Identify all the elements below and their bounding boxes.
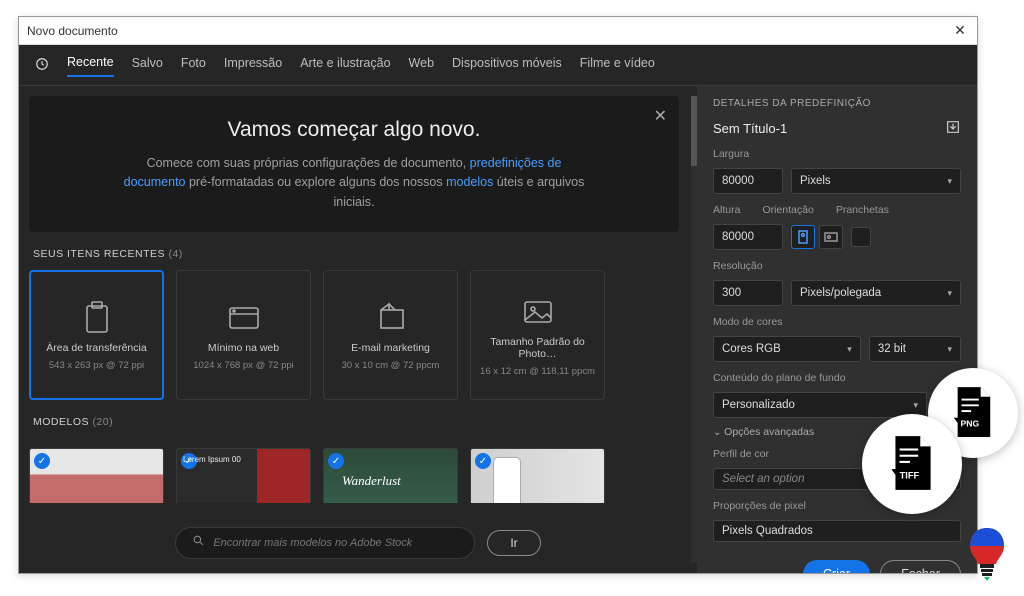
hero-panel: ✕ Vamos começar algo novo. Comece com su… xyxy=(29,96,679,232)
hero-text: Comece com suas próprias configurações d… xyxy=(114,154,594,212)
preset-photo-size[interactable]: Tamanho Padrão do Photo… 16 x 12 cm @ 11… xyxy=(470,270,605,400)
templates-label: MODELOS (20) xyxy=(33,416,683,428)
folded-doc-icon xyxy=(371,300,411,336)
templates-link[interactable]: modelos xyxy=(446,175,493,189)
search-row: Ir xyxy=(29,511,687,573)
chevron-down-icon: ▾ xyxy=(947,344,952,355)
chevron-down-icon: ▾ xyxy=(847,344,852,355)
tiff-badge: TIFF xyxy=(862,414,962,514)
orientation-portrait[interactable] xyxy=(791,225,815,249)
preset-email[interactable]: E-mail marketing 30 x 10 cm @ 72 ppcm xyxy=(323,270,458,400)
chevron-down-icon: ▾ xyxy=(947,288,952,299)
go-button[interactable]: Ir xyxy=(487,530,540,556)
check-icon xyxy=(328,453,344,469)
tab-arte[interactable]: Arte e ilustração xyxy=(300,56,390,76)
chevron-down-icon: ▾ xyxy=(913,400,918,411)
window-title: Novo documento xyxy=(27,24,951,38)
titlebar: Novo documento ✕ xyxy=(19,17,977,45)
tab-salvo[interactable]: Salvo xyxy=(132,56,163,76)
recent-presets: Área de transferência 543 x 263 px @ 72 … xyxy=(29,270,679,400)
tab-impressao[interactable]: Impressão xyxy=(224,56,282,76)
check-icon xyxy=(181,453,197,469)
templates-row xyxy=(29,448,679,503)
resolution-field[interactable]: 300 xyxy=(713,280,783,306)
template-item[interactable] xyxy=(323,448,458,503)
save-preset-icon[interactable] xyxy=(945,119,961,138)
bit-depth-select[interactable]: 32 bit▾ xyxy=(869,336,961,362)
check-icon xyxy=(475,453,491,469)
dialog-body: Recente Salvo Foto Impressão Arte e ilus… xyxy=(19,45,977,573)
left-pane: ✕ Vamos começar algo novo. Comece com su… xyxy=(19,86,697,573)
background-select[interactable]: Personalizado▾ xyxy=(713,392,927,418)
color-mode-select[interactable]: Cores RGB▾ xyxy=(713,336,861,362)
scrollbar-thumb[interactable] xyxy=(691,96,697,166)
width-label: Largura xyxy=(713,148,961,160)
check-icon xyxy=(34,453,50,469)
orientation-label: Orientação xyxy=(762,204,813,216)
tab-dispositivos[interactable]: Dispositivos móveis xyxy=(452,56,562,76)
new-document-window: Novo documento ✕ Recente Salvo Foto Impr… xyxy=(18,16,978,574)
resolution-units-select[interactable]: Pixels/polegada▾ xyxy=(791,280,961,306)
units-select[interactable]: Pixels▾ xyxy=(791,168,961,194)
color-mode-label: Modo de cores xyxy=(713,316,961,328)
template-item[interactable] xyxy=(29,448,164,503)
category-tabs: Recente Salvo Foto Impressão Arte e ilus… xyxy=(19,45,977,86)
browser-icon xyxy=(224,300,264,336)
hero-title: Vamos começar algo novo. xyxy=(59,118,649,142)
search-input[interactable] xyxy=(213,537,458,549)
tab-foto[interactable]: Foto xyxy=(181,56,206,76)
template-item[interactable] xyxy=(176,448,311,503)
image-icon xyxy=(518,294,558,330)
panel-footer: Criar Fechar xyxy=(713,550,961,573)
clock-icon xyxy=(35,57,49,76)
template-item[interactable] xyxy=(470,448,605,503)
tab-web[interactable]: Web xyxy=(409,56,434,76)
artboards-label: Pranchetas xyxy=(836,204,889,216)
scrollbar[interactable] xyxy=(691,96,697,563)
preset-web-min[interactable]: Mínimo na web 1024 x 768 px @ 72 ppi xyxy=(176,270,311,400)
preset-clipboard[interactable]: Área de transferência 543 x 263 px @ 72 … xyxy=(29,270,164,400)
hero-close-icon[interactable]: ✕ xyxy=(654,106,667,126)
window-close-button[interactable]: ✕ xyxy=(951,22,969,40)
panel-header: DETALHES DA PREDEFINIÇÃO xyxy=(713,98,961,109)
doc-name[interactable]: Sem Título-1 xyxy=(713,121,787,136)
lightbulb-icon xyxy=(964,524,1010,582)
content-area: ✕ Vamos começar algo novo. Comece com su… xyxy=(19,86,977,573)
background-label: Conteúdo do plano de fundo xyxy=(713,372,961,384)
tab-filme[interactable]: Filme e vídeo xyxy=(580,56,655,76)
width-field[interactable]: 80000 xyxy=(713,168,783,194)
chevron-down-icon: ▾ xyxy=(947,176,952,187)
create-button[interactable]: Criar xyxy=(803,560,870,573)
tab-recente[interactable]: Recente xyxy=(67,55,114,77)
close-button[interactable]: Fechar xyxy=(880,560,961,573)
height-label: Altura xyxy=(713,204,740,216)
stock-search[interactable] xyxy=(175,527,475,559)
orientation-toggle xyxy=(791,225,843,249)
recent-label: SEUS ITENS RECENTES (4) xyxy=(33,248,683,260)
clipboard-icon xyxy=(77,300,117,336)
resolution-label: Resolução xyxy=(713,260,961,272)
svg-text:TIFF: TIFF xyxy=(900,470,920,480)
search-icon xyxy=(192,534,205,552)
artboards-checkbox[interactable] xyxy=(851,227,871,247)
height-field[interactable]: 80000 xyxy=(713,224,783,250)
pixel-ratio-select[interactable]: Pixels Quadrados xyxy=(713,520,961,542)
svg-text:PNG: PNG xyxy=(961,418,980,428)
orientation-landscape[interactable] xyxy=(819,225,843,249)
